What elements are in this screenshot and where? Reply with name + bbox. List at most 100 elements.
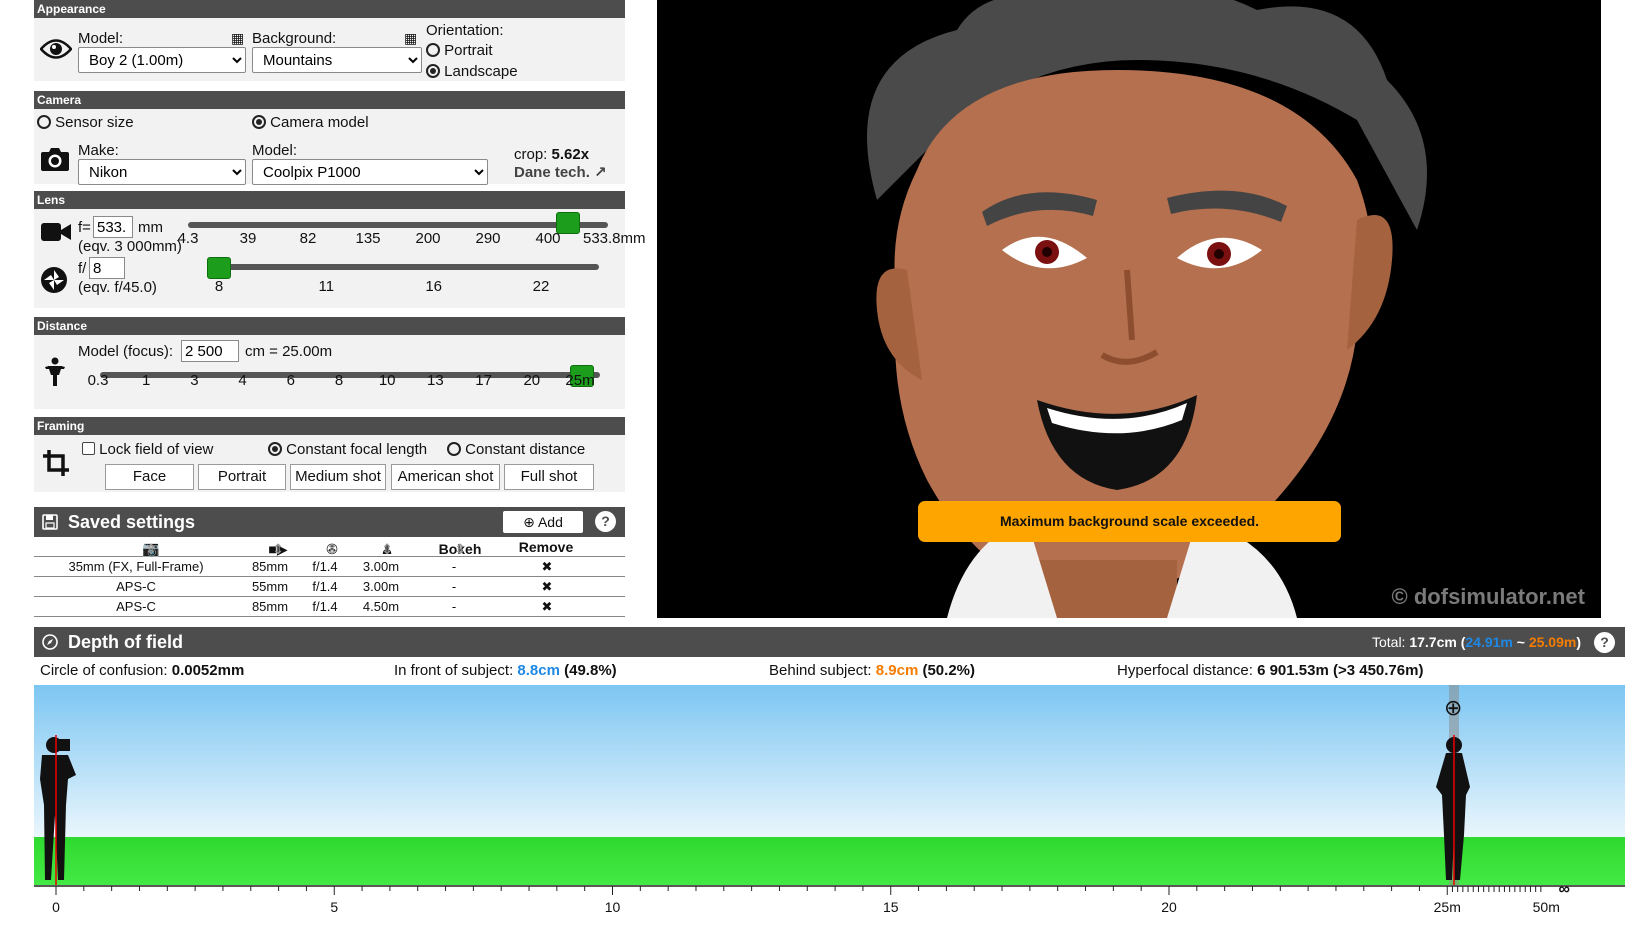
grid-icon[interactable]: ▦ xyxy=(404,30,417,47)
model-select[interactable]: Boy 2 (1.00m) xyxy=(78,47,246,73)
const-focal-label: Constant focal length xyxy=(286,441,428,458)
saved-settings-header: Saved settings ⊕ Add ? xyxy=(34,507,625,537)
distance-tick-label: 0.3 xyxy=(87,372,109,389)
const-distance-label: Constant distance xyxy=(465,441,586,458)
photographer-silhouette xyxy=(40,735,76,885)
remove-icon[interactable]: ✖ xyxy=(542,579,553,595)
range-near: 24.91m xyxy=(1465,634,1513,650)
coc-readout: Circle of confusion: 0.0052mm xyxy=(40,662,244,679)
orientation-label: Orientation: xyxy=(426,22,504,39)
zoom-in-icon[interactable]: ⊕ xyxy=(1444,695,1462,721)
table-row[interactable]: APS-C 85mm f/1.4 4.50m - ✖ xyxy=(34,597,625,617)
behind-value: 8.9cm xyxy=(875,662,919,679)
focal-length-input[interactable] xyxy=(93,216,133,238)
row-sensor: APS-C xyxy=(116,599,156,614)
full-shot-button[interactable]: Full shot xyxy=(504,464,594,490)
framing-section: Lock field of view Constant focal length… xyxy=(34,435,625,492)
radio-constant-distance[interactable] xyxy=(447,442,461,456)
focal-tick-label: 290 xyxy=(475,230,501,247)
focal-tick-label: 82 xyxy=(299,230,317,247)
model-silhouette xyxy=(1436,735,1470,885)
aperture-thumb[interactable] xyxy=(207,257,231,279)
portrait-label: Portrait xyxy=(444,42,493,59)
table-header-row: 🎞 / 📷 ⇕ ■▶ ⇕ ✇ ⇕ ♟ ⇕ Bokeh ⇕ Remove xyxy=(34,537,625,557)
table-row[interactable]: APS-C 55mm f/1.4 3.00m - ✖ xyxy=(34,577,625,597)
row-aperture: f/1.4 xyxy=(312,579,338,594)
row-aperture: f/1.4 xyxy=(312,559,338,574)
radio-landscape[interactable] xyxy=(426,64,440,78)
american-shot-button[interactable]: American shot xyxy=(391,464,500,490)
lock-fov-option[interactable]: Lock field of view xyxy=(82,441,213,458)
radio-camera-model[interactable] xyxy=(252,115,266,129)
remove-icon[interactable]: ✖ xyxy=(542,599,553,615)
focal-unit: mm xyxy=(138,219,163,236)
background-label: Background: xyxy=(252,30,337,47)
radio-sensor-size[interactable] xyxy=(37,115,51,129)
compass-icon xyxy=(42,634,58,650)
sort-icon: ⇕ xyxy=(454,541,466,557)
remove-icon[interactable]: ✖ xyxy=(542,559,553,575)
ruler-label: ∞ xyxy=(1558,881,1570,898)
medium-shot-button[interactable]: Medium shot xyxy=(290,464,386,490)
make-select[interactable]: Nikon xyxy=(78,159,246,185)
landscape-radio[interactable]: Landscape xyxy=(426,63,518,80)
distance-tick-label: 1 xyxy=(142,372,151,389)
focus-distance-input[interactable] xyxy=(181,340,239,362)
sensor-size-option[interactable]: Sensor size xyxy=(37,114,134,131)
help-icon[interactable]: ? xyxy=(595,511,616,532)
eye-icon xyxy=(40,39,72,59)
focal-length-slider[interactable] xyxy=(188,222,608,228)
distance-header: Distance xyxy=(34,317,625,335)
help-icon[interactable]: ? xyxy=(1594,632,1615,653)
camera-section: Sensor size Camera model Make: Nikon Mod… xyxy=(34,109,625,185)
row-focal: 55mm xyxy=(251,579,289,594)
sky xyxy=(34,685,1625,837)
ruler-label: 15 xyxy=(882,899,899,915)
radio-portrait[interactable] xyxy=(426,43,440,57)
sensor-size-label: Sensor size xyxy=(55,114,134,131)
ruler-ticks xyxy=(34,885,1625,895)
aperture-slider[interactable] xyxy=(219,264,599,270)
portrait-button[interactable]: Portrait xyxy=(198,464,286,490)
background-select[interactable]: Mountains xyxy=(252,47,422,73)
dof-scene[interactable]: ⊕ xyxy=(34,685,1625,885)
warning-banner: Maximum background scale exceeded. xyxy=(918,501,1341,542)
coc-label: Circle of confusion: xyxy=(40,662,168,679)
lens-section: f= mm (eqv. 3 000mm) 4.3 39 82 135 200 290 400… xyxy=(34,209,646,308)
camera-model-option[interactable]: Camera model xyxy=(252,114,369,131)
add-label: Add xyxy=(537,514,563,530)
const-focal-option[interactable]: Constant focal length xyxy=(268,441,427,458)
grid-icon[interactable]: ▦ xyxy=(231,30,244,47)
sort-icon: ⇕ xyxy=(272,541,284,557)
saved-settings-title: Saved settings xyxy=(68,512,196,532)
lock-fov-checkbox[interactable] xyxy=(82,442,95,455)
face-button[interactable]: Face xyxy=(105,464,194,490)
aperture-input[interactable] xyxy=(89,257,125,279)
aperture-tick-label: 8 xyxy=(214,278,224,295)
dane-tech-link[interactable]: Dane tech. ↗ xyxy=(514,163,607,181)
front-readout: In front of subject: 8.8cm (49.8%) xyxy=(394,662,617,679)
dof-header: Depth of field Total: 17.7cm (24.91m ~ 2… xyxy=(34,627,1625,657)
const-distance-option[interactable]: Constant distance xyxy=(447,441,585,458)
camera-header: Camera xyxy=(34,91,625,109)
hyperfocal-label: Hyperfocal distance: xyxy=(1117,662,1253,679)
front-value: 8.8cm xyxy=(517,662,560,679)
camera-model-select[interactable]: Coolpix P1000 xyxy=(252,159,488,185)
focal-prefix: f= xyxy=(78,219,91,236)
ruler-label: 0 xyxy=(52,899,60,915)
radio-constant-focal[interactable] xyxy=(268,442,282,456)
portrait-radio[interactable]: Portrait xyxy=(426,42,493,59)
sort-icon: ⇕ xyxy=(145,541,157,557)
camera-icon xyxy=(41,148,69,171)
add-button[interactable]: ⊕ Add xyxy=(503,511,583,533)
ruler-label: 20 xyxy=(1161,899,1177,915)
sort-icon: ⇕ xyxy=(381,541,393,557)
ruler-label: 50m xyxy=(1532,899,1560,915)
focal-tick-label: 4.3 xyxy=(177,230,199,247)
table-row[interactable]: 35mm (FX, Full-Frame) 85mm f/1.4 3.00m -… xyxy=(34,557,625,577)
range-close: ) xyxy=(1576,634,1581,650)
aperture-tick-label: 16 xyxy=(425,278,442,295)
crop-readout: crop: 5.62x xyxy=(514,146,589,163)
crop-value: 5.62x xyxy=(551,146,590,163)
camera-model-label: Camera model xyxy=(270,114,369,131)
